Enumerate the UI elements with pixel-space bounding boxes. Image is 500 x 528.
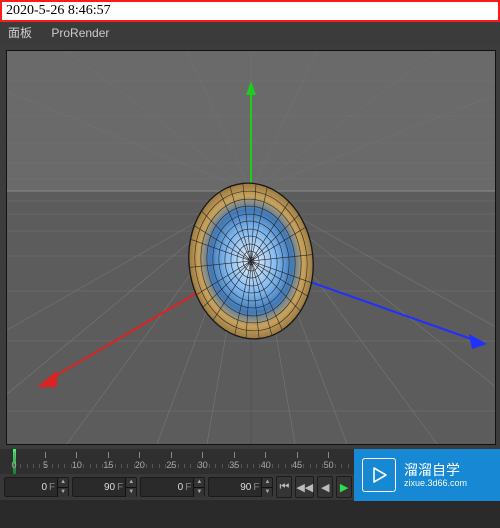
viewport-3d[interactable] [6,50,496,445]
frame-current-input[interactable] [141,482,185,493]
ruler-tick: 40 [254,452,278,470]
frame-current-unit: F [185,482,193,493]
frame-range-end-input[interactable] [209,482,253,493]
frame-start-unit: F [49,482,57,493]
ruler-tick: 25 [159,452,183,470]
ruler-tick: 0 [2,452,26,470]
frame-end-input[interactable] [73,482,117,493]
viewport-frame [0,44,500,449]
frame-start-field[interactable]: F ▲▼ [4,477,69,497]
watermark-sub: zixue.3d66.com [404,478,467,489]
stepper-down-icon[interactable]: ▼ [126,488,136,497]
ruler-tick: 30 [191,452,215,470]
stepper-up-icon[interactable]: ▲ [262,478,272,488]
stepper-up-icon[interactable]: ▲ [58,478,68,488]
prev-key-button[interactable]: ◀◀ [295,476,314,498]
ruler-tick: 10 [65,452,89,470]
watermark-title: 溜溜自学 [404,462,467,478]
frame-end-field[interactable]: F ▲▼ [72,477,137,497]
frame-start-input[interactable] [5,482,49,493]
prev-frame-button[interactable]: ◀ [317,476,333,498]
menu-panel[interactable]: 面板 [8,26,32,40]
menu-prorender[interactable]: ProRender [51,26,109,40]
frame-range-end-field[interactable]: F ▲▼ [208,477,273,497]
stepper-down-icon[interactable]: ▼ [262,488,272,497]
play-outline-icon [362,458,396,492]
timestamp-text: 2020-5-26 8:46:57 [6,3,111,18]
stepper-down-icon[interactable]: ▼ [194,488,204,497]
stepper-up-icon[interactable]: ▲ [194,478,204,488]
watermark: 溜溜自学 zixue.3d66.com [354,449,500,501]
ruler-tick: 5 [33,452,57,470]
frame-range-end-unit: F [253,482,261,493]
menu-bar: 面板 ProRender [0,22,500,44]
goto-start-button[interactable]: ⏮ [276,476,292,498]
frame-current-field[interactable]: F ▲▼ [140,477,205,497]
ruler-tick: 20 [128,452,152,470]
viewport-canvas [7,51,495,444]
stepper-down-icon[interactable]: ▼ [58,488,68,497]
bottom-strip [0,500,500,528]
ruler-tick: 50 [317,452,341,470]
ruler-tick: 45 [285,452,309,470]
timestamp-bar: 2020-5-26 8:46:57 [0,0,500,22]
stepper-up-icon[interactable]: ▲ [126,478,136,488]
ruler-tick: 15 [96,452,120,470]
play-button[interactable]: ▶ [336,476,352,498]
frame-end-unit: F [117,482,125,493]
ruler-tick: 35 [222,452,246,470]
